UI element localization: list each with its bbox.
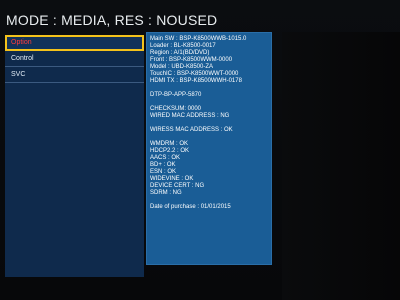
screen: MODE : MEDIA, RES : NOUSED Option Contro… (0, 0, 400, 300)
menu-item-control[interactable]: Control (5, 51, 144, 67)
menu-item-label: Option (11, 39, 32, 46)
left-menu: Option Control SVC (5, 35, 144, 277)
info-line: Loader : BL-K8500-0017 (150, 43, 216, 49)
menu-item-svc[interactable]: SVC (5, 67, 144, 83)
info-line: WMDRM : OK (150, 141, 188, 147)
background-area (282, 32, 400, 300)
menu-item-label: SVC (11, 71, 26, 78)
info-line: BD+ : OK (150, 162, 176, 168)
info-line: Main SW : BSP-K8500WWB-1015.0 (150, 36, 247, 42)
info-line: ESN : OK (150, 169, 177, 175)
page-title: MODE : MEDIA, RES : NOUSED (6, 12, 218, 28)
info-line: WIRED MAC ADDRESS : NG (150, 113, 230, 119)
info-line: CHECKSUM: 0000 (150, 106, 202, 112)
info-line: DEVICE CERT : NG (150, 183, 205, 189)
info-line: Front : BSP-K8500WWM-0000 (150, 57, 233, 63)
info-line: Model : UBD-K8500-ZA (150, 64, 214, 70)
menu-item-option[interactable]: Option (5, 35, 144, 51)
info-line: WIRESS MAC ADDRESS : OK (150, 127, 233, 133)
info-line: HDCP2.2 : OK (150, 148, 190, 154)
info-line: Region : A/1(BD/DVD) (150, 50, 210, 56)
menu-item-label: Control (11, 55, 34, 62)
info-line: Date of purchase : 01/01/2015 (150, 204, 231, 210)
info-text: Main SW : BSP-K8500WWB-1015.0 Loader : B… (150, 36, 270, 211)
info-line: SDRM : NG (150, 190, 182, 196)
info-line: TouchIC : BSP-K8500WWT-0000 (150, 71, 239, 77)
info-line: HDMI TX : BSP-K8500WWH-0178 (150, 78, 242, 84)
info-line: DTP-BP-APP-5870 (150, 92, 202, 98)
info-line: AACS : OK (150, 155, 181, 161)
info-panel: Main SW : BSP-K8500WWB-1015.0 Loader : B… (146, 32, 272, 265)
info-line: WIDEVINE : OK (150, 176, 194, 182)
